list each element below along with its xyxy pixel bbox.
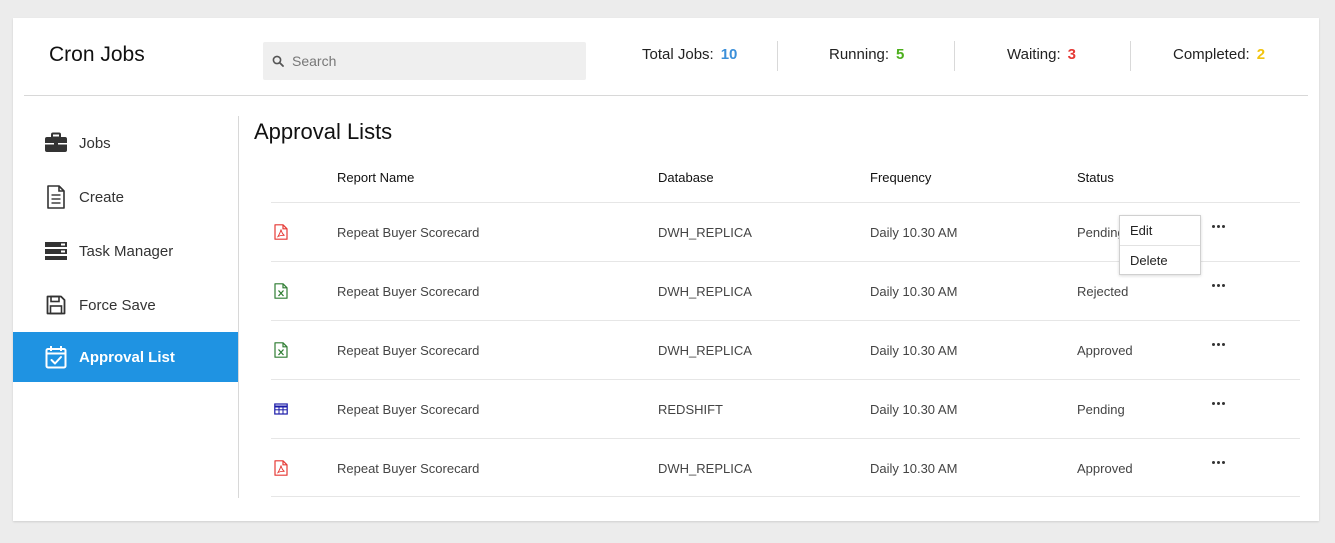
- cell-frequency: Daily 10.30 AM: [870, 343, 958, 358]
- stat-value: 5: [896, 46, 905, 63]
- document-icon: [43, 184, 69, 210]
- column-header-status: Status: [1077, 170, 1114, 185]
- cell-database: REDSHIFT: [658, 402, 723, 417]
- stat-total-jobs: Total Jobs: 10: [642, 46, 737, 63]
- cell-status: Approved: [1077, 343, 1133, 358]
- row-actions-menu: Edit Delete: [1119, 215, 1201, 275]
- stat-running: Running: 5: [829, 46, 904, 63]
- cell-database: DWH_REPLICA: [658, 284, 752, 299]
- pdf-icon: [274, 460, 288, 476]
- sidebar-item-label: Approval List: [79, 348, 175, 366]
- divider: [777, 41, 778, 71]
- excel-icon: [274, 342, 288, 358]
- table-row: Repeat Buyer Scorecard REDSHIFT Daily 10…: [271, 379, 1300, 438]
- sidebar: Jobs Create Task Manager Force Save Appr…: [13, 96, 238, 521]
- more-options-button[interactable]: [1209, 219, 1227, 233]
- cell-frequency: Daily 10.30 AM: [870, 225, 958, 240]
- stat-value: 2: [1256, 46, 1266, 63]
- sidebar-item-label: Jobs: [79, 134, 111, 152]
- top-bar: Cron Jobs Search Total Jobs: 10 Running: 5…: [24, 18, 1308, 96]
- cell-status: Pending: [1077, 402, 1125, 417]
- divider: [1130, 41, 1131, 71]
- cell-status: Pending: [1077, 225, 1125, 240]
- sidebar-item-jobs[interactable]: Jobs: [13, 118, 238, 168]
- excel-icon: [274, 283, 288, 299]
- more-options-button[interactable]: [1209, 455, 1227, 469]
- cell-report-name: Repeat Buyer Scorecard: [337, 402, 480, 417]
- stat-label: Waiting:: [1007, 46, 1061, 63]
- task-list-icon: [43, 238, 69, 264]
- calendar-check-icon: [43, 344, 69, 370]
- stat-waiting: Waiting: 3: [1007, 46, 1076, 63]
- column-header-frequency: Frequency: [870, 170, 932, 185]
- edit-menu-item[interactable]: Edit: [1120, 216, 1200, 245]
- sidebar-item-label: Task Manager: [79, 242, 174, 260]
- more-options-button[interactable]: [1209, 337, 1227, 351]
- stat-value: 3: [1067, 46, 1076, 63]
- pdf-icon: [274, 224, 288, 240]
- sidebar-item-force-save[interactable]: Force Save: [13, 280, 238, 330]
- search-placeholder: Search: [292, 53, 337, 69]
- stat-label: Total Jobs:: [642, 46, 714, 63]
- stat-value: 10: [720, 46, 738, 63]
- cell-report-name: Repeat Buyer Scorecard: [337, 343, 480, 358]
- sidebar-item-create[interactable]: Create: [13, 172, 238, 222]
- table-row: Repeat Buyer Scorecard DWH_REPLICA Daily…: [271, 438, 1300, 497]
- column-header-report-name: Report Name: [337, 170, 415, 185]
- cell-database: DWH_REPLICA: [658, 225, 752, 240]
- column-header-database: Database: [658, 170, 714, 185]
- cell-status: Rejected: [1077, 284, 1129, 299]
- search-icon: [272, 55, 284, 67]
- cell-report-name: Repeat Buyer Scorecard: [337, 284, 480, 299]
- cell-database: DWH_REPLICA: [658, 461, 752, 476]
- floppy-disk-icon: [43, 292, 69, 318]
- sidebar-item-task-manager[interactable]: Task Manager: [13, 226, 238, 276]
- cell-report-name: Repeat Buyer Scorecard: [337, 225, 480, 240]
- sidebar-item-label: Force Save: [79, 296, 156, 314]
- more-options-button[interactable]: [1209, 396, 1227, 410]
- cell-frequency: Daily 10.30 AM: [870, 461, 958, 476]
- cell-status: Approved: [1077, 461, 1133, 476]
- sidebar-divider: [238, 116, 239, 498]
- sidebar-item-approval-list[interactable]: Approval List: [13, 332, 238, 382]
- sidebar-item-label: Create: [79, 188, 125, 206]
- delete-menu-item[interactable]: Delete: [1120, 245, 1200, 274]
- stat-label: Running:: [829, 46, 890, 63]
- search-input[interactable]: Search: [263, 42, 586, 80]
- cell-frequency: Daily 10.30 AM: [870, 284, 958, 299]
- app-title: Cron Jobs: [49, 43, 145, 66]
- divider: [954, 41, 955, 71]
- cell-report-name: Repeat Buyer Scorecard: [337, 461, 480, 476]
- table-row: Repeat Buyer Scorecard DWH_REPLICA Daily…: [271, 320, 1300, 379]
- stat-completed: Completed: 2: [1173, 46, 1265, 63]
- briefcase-icon: [43, 130, 69, 156]
- table-icon: [274, 403, 288, 415]
- page-title: Approval Lists: [254, 119, 393, 144]
- cell-database: DWH_REPLICA: [658, 343, 752, 358]
- more-options-button[interactable]: [1209, 278, 1227, 292]
- cell-frequency: Daily 10.30 AM: [870, 402, 958, 417]
- stat-label: Completed:: [1173, 46, 1250, 63]
